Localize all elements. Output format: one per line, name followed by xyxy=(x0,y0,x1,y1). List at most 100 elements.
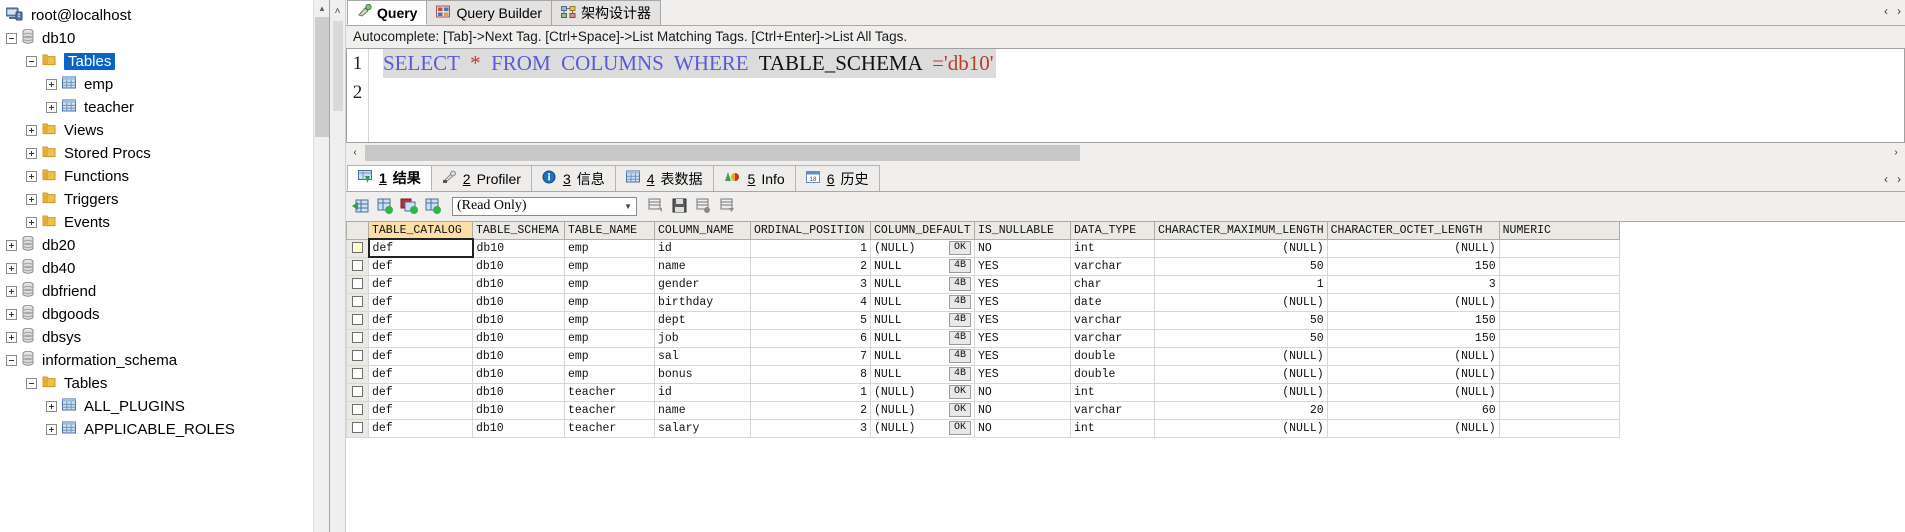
grid-cell[interactable]: char xyxy=(1070,275,1155,294)
grid-column-header[interactable]: DATA_TYPE xyxy=(1070,222,1155,240)
result-tab-history[interactable]: 18 6 历史 xyxy=(794,165,880,191)
grid-cell[interactable] xyxy=(1498,347,1620,366)
grid-column-header[interactable]: TABLE_NAME xyxy=(564,222,655,240)
tab-scroll-nav[interactable]: ‹ › xyxy=(1884,4,1901,18)
grid-cell[interactable]: NULL 4B xyxy=(870,347,975,366)
grid-cell[interactable]: (NULL) xyxy=(1326,383,1500,402)
expand-icon[interactable] xyxy=(6,263,17,274)
grid-cell[interactable]: def xyxy=(368,329,473,348)
tree-item-functions[interactable]: Functions xyxy=(0,165,329,188)
row-selector-checkbox[interactable] xyxy=(346,419,369,438)
grid-cell[interactable]: def xyxy=(368,257,473,276)
grid-cell[interactable]: 50 xyxy=(1154,329,1328,348)
row-selector-checkbox[interactable] xyxy=(346,275,369,294)
grid-cell[interactable]: YES xyxy=(974,365,1071,384)
tree-item-all-plugins[interactable]: ALL_PLUGINS xyxy=(0,395,329,418)
tab-query-builder[interactable]: Query Builder xyxy=(426,0,553,25)
row-selector-checkbox[interactable] xyxy=(346,329,369,348)
refresh-grid-icon[interactable] xyxy=(376,198,394,214)
grid-cell[interactable]: (NULL) xyxy=(1154,365,1328,384)
grid-column-header[interactable]: ORDINAL_POSITION xyxy=(750,222,871,240)
grid-cell[interactable]: YES xyxy=(974,293,1071,312)
grid-cell[interactable] xyxy=(1498,419,1620,438)
result-tab-info[interactable]: 5 Info xyxy=(712,165,796,191)
grid-cell[interactable]: varchar xyxy=(1070,329,1155,348)
scroll-up-arrow-icon[interactable]: ▲ xyxy=(314,0,329,17)
tree-item-tables[interactable]: Tables xyxy=(0,372,329,395)
grid-column-header[interactable]: IS_NULLABLE xyxy=(974,222,1071,240)
tab-query[interactable]: Query xyxy=(347,0,428,25)
grid-cell[interactable]: name xyxy=(654,257,751,276)
grid-cell[interactable]: NULL 4B xyxy=(870,365,975,384)
grid-cell[interactable]: YES xyxy=(974,347,1071,366)
grid-cell[interactable]: NO xyxy=(974,419,1071,438)
grid-cell[interactable]: 1 xyxy=(750,239,871,258)
result-tab-table-data[interactable]: 4 表数据 xyxy=(614,165,714,191)
grid-cell[interactable] xyxy=(1498,293,1620,312)
grid-cell[interactable]: def xyxy=(368,419,473,438)
expand-icon[interactable] xyxy=(46,401,57,412)
grid-cell[interactable]: name xyxy=(654,401,751,420)
grid-cell[interactable]: salary xyxy=(654,419,751,438)
grid-cell[interactable]: job xyxy=(654,329,751,348)
grid-cell[interactable]: 2 xyxy=(750,257,871,276)
grid-cell[interactable]: NULL 4B xyxy=(870,257,975,276)
row-selector-checkbox[interactable] xyxy=(346,383,369,402)
grid-cell[interactable]: (NULL) xyxy=(1326,239,1500,258)
grid-cell[interactable]: db10 xyxy=(472,347,565,366)
hscroll-thumb[interactable] xyxy=(365,144,1080,161)
tree-item-events[interactable]: Events xyxy=(0,211,329,234)
tree-item-stored-procs[interactable]: Stored Procs xyxy=(0,142,329,165)
grid-cell[interactable]: YES xyxy=(974,257,1071,276)
grid-cell[interactable]: YES xyxy=(974,311,1071,330)
grid-cell[interactable]: def xyxy=(367,238,474,258)
grid-cell[interactable]: db10 xyxy=(472,293,565,312)
table-row[interactable]: def db10 emp gender 3 NULL 4B YES char 1 3 xyxy=(346,275,1620,294)
tree-item-tables[interactable]: Tables xyxy=(0,50,329,73)
grid-cell[interactable]: NO xyxy=(974,383,1071,402)
grid-cell[interactable]: birthday xyxy=(654,293,751,312)
grid-cell[interactable]: 5 xyxy=(750,311,871,330)
grid-cell[interactable]: 1 xyxy=(1154,275,1328,294)
grid-cell[interactable]: def xyxy=(368,293,473,312)
tree-item-dbfriend[interactable]: dbfriend xyxy=(0,280,329,303)
collapse-icon[interactable] xyxy=(6,33,17,44)
grid-column-header[interactable]: COLUMN_DEFAULT xyxy=(870,222,975,240)
sql-editor[interactable]: 1 2 SELECT * FROM COLUMNS WHERE TABLE_SC… xyxy=(346,48,1905,143)
save-disk-icon[interactable] xyxy=(671,198,689,214)
chevron-up-icon[interactable]: ˄ xyxy=(330,0,345,17)
grid-cell[interactable]: 60 xyxy=(1326,401,1500,420)
tab-nav-left-icon[interactable]: ‹ xyxy=(1884,4,1888,18)
grid-cell[interactable]: emp xyxy=(564,311,655,330)
save-grid-icon[interactable] xyxy=(424,198,442,214)
grid-mode-select[interactable]: (Read Only) ▼ xyxy=(452,196,637,216)
expand-icon[interactable] xyxy=(46,102,57,113)
tree-item-db40[interactable]: db40 xyxy=(0,257,329,280)
scrollbar-thumb[interactable] xyxy=(315,17,329,137)
table-row[interactable]: def db10 teacher id 1 (NULL) OK NO int (NULL) (NUL… xyxy=(346,383,1620,402)
table-row[interactable]: def db10 emp sal 7 NULL 4B YES double (NULL) (NULL… xyxy=(346,347,1620,366)
filter-icon[interactable] xyxy=(719,198,737,214)
tree-item-db20[interactable]: db20 xyxy=(0,234,329,257)
grid-cell[interactable]: (NULL) OK xyxy=(870,239,975,258)
grid-cell[interactable]: (NULL) xyxy=(1154,293,1328,312)
grid-cell[interactable]: 6 xyxy=(750,329,871,348)
grid-cell[interactable]: 2 xyxy=(750,401,871,420)
expand-icon[interactable] xyxy=(6,240,17,251)
result-tab-result[interactable]: 1 结果 xyxy=(347,165,432,191)
grid-cell[interactable]: int xyxy=(1070,383,1155,402)
tree-item-db10[interactable]: db10 xyxy=(0,27,329,50)
result-tab-nav-right-icon[interactable]: › xyxy=(1897,172,1901,186)
collapse-icon[interactable] xyxy=(6,355,17,366)
expand-icon[interactable] xyxy=(6,332,17,343)
grid-cell[interactable]: (NULL) xyxy=(1154,383,1328,402)
table-row[interactable]: def db10 teacher salary 3 (NULL) OK NO int (NULL)… xyxy=(346,419,1620,438)
grid-cell[interactable]: YES xyxy=(974,275,1071,294)
grid-cell[interactable]: def xyxy=(368,383,473,402)
grid-cell[interactable]: emp xyxy=(564,293,655,312)
grid-cell[interactable]: db10 xyxy=(472,257,565,276)
grid-column-header[interactable]: CHARACTER_OCTET_LENGTH xyxy=(1326,222,1500,240)
grid-column-header[interactable]: COLUMN_NAME xyxy=(654,222,751,240)
grid-column-header[interactable]: NUMERIC xyxy=(1498,222,1620,240)
grid-cell[interactable]: (NULL) OK xyxy=(870,419,975,438)
